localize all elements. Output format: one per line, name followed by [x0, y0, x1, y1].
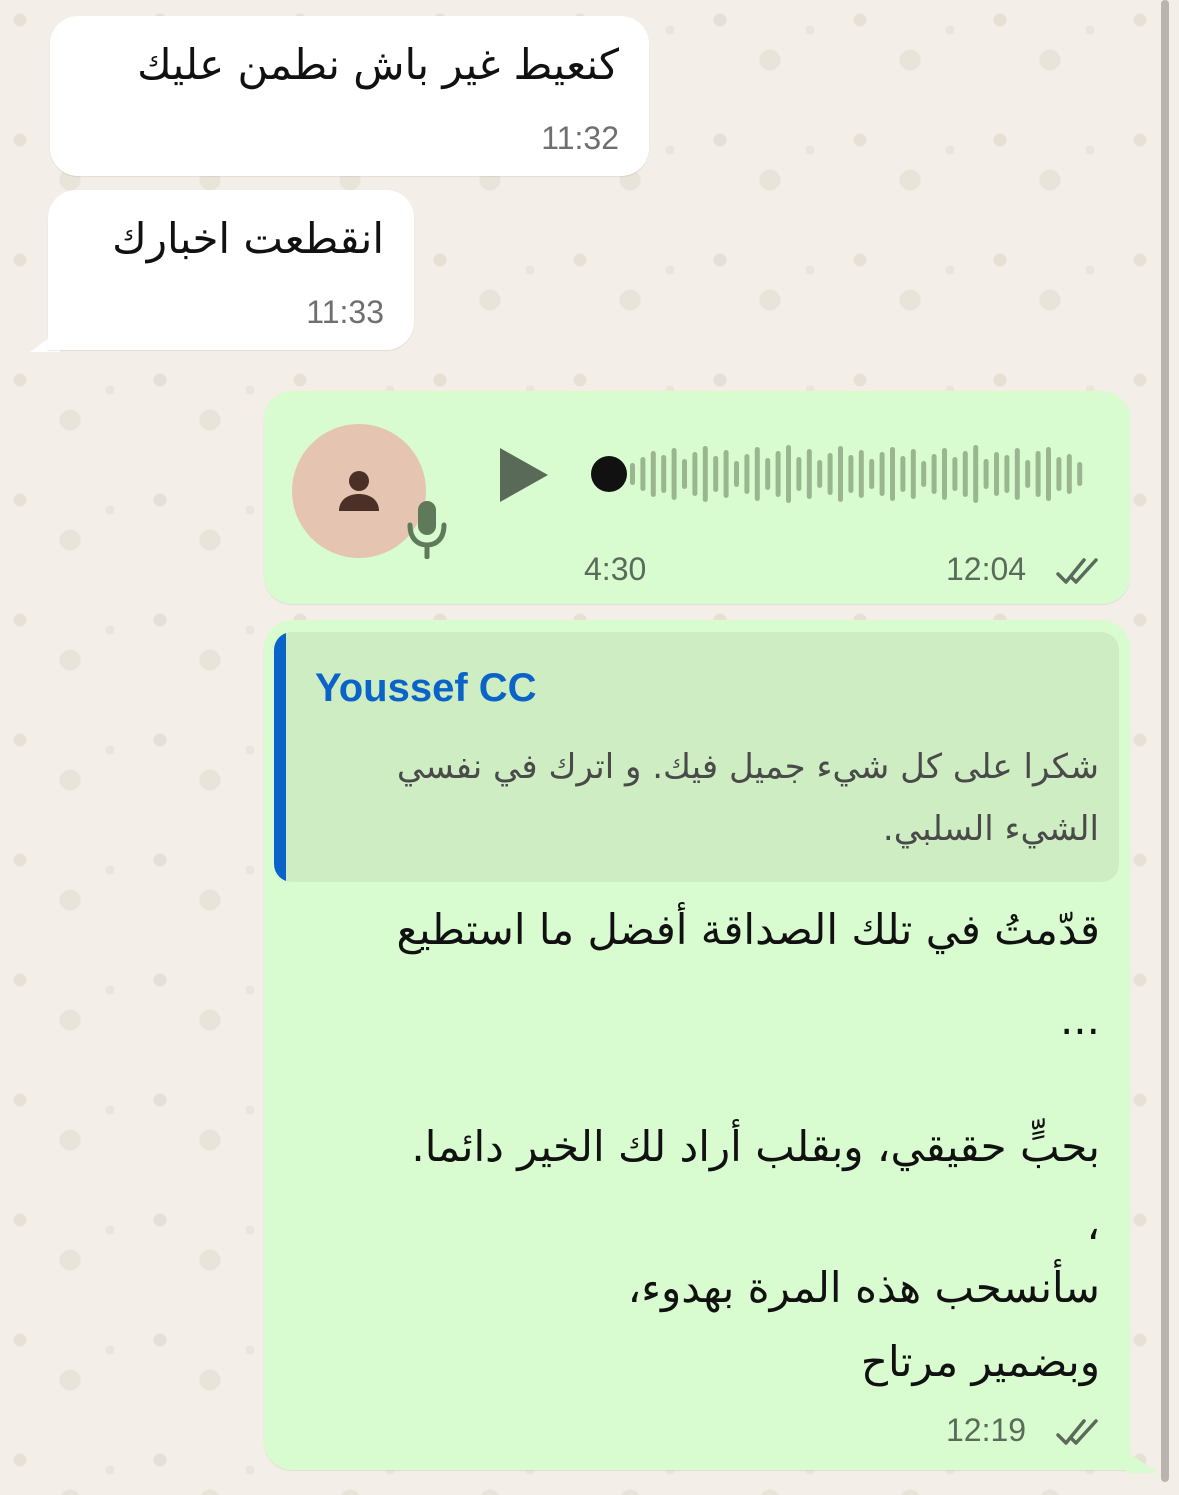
audio-waveform[interactable]	[590, 439, 1090, 509]
waveform-bar	[983, 459, 989, 489]
waveform-bar	[734, 461, 739, 487]
waveform-bar	[1077, 462, 1083, 486]
waveform-bar	[702, 446, 708, 502]
waveform-bar	[1004, 455, 1010, 493]
waveform-bar	[682, 459, 687, 489]
waveform-bar	[869, 459, 875, 489]
waveform-bar	[661, 455, 667, 493]
message-text: انقطعت اخبارك	[112, 214, 384, 263]
message-line: قدّمتُ في تلك الصداقة أفضل ما استطيع	[396, 905, 1100, 954]
quoted-text: شكرا على كل شيء جميل فيك. و اترك في نفسي…	[396, 747, 1099, 849]
waveform-bar	[1066, 454, 1072, 494]
waveform-bar	[775, 451, 781, 497]
waveform-bar	[848, 455, 854, 493]
waveform-bar	[817, 460, 823, 488]
voice-message-bubble[interactable]: 4:30 12:04	[264, 391, 1130, 604]
message-time: 12:04	[946, 551, 1027, 587]
waveform-bar	[973, 445, 979, 503]
waveform-bar	[1025, 460, 1031, 488]
incoming-message-bubble[interactable]: انقطعت اخبارك 11:33	[48, 190, 414, 350]
voice-duration: 4:30	[584, 551, 647, 587]
waveform-bar	[921, 461, 927, 487]
quoted-author: Youssef CC	[315, 666, 537, 710]
waveform-bar	[942, 448, 947, 500]
reply-message-bubble[interactable]: Youssef CC شكرا على كل شيء جميل فيك. و ا…	[264, 620, 1130, 1470]
message-time: 11:32	[541, 120, 619, 156]
waveform-bar	[786, 445, 791, 503]
waveform-bar	[1056, 457, 1062, 491]
waveform-bar	[900, 456, 906, 492]
message-time: 12:19	[946, 1412, 1027, 1448]
waveform-bar	[796, 457, 802, 491]
message-time: 11:33	[306, 294, 384, 330]
message-line: وبضمير مرتاح	[860, 1337, 1100, 1386]
waveform-bar	[1035, 451, 1041, 497]
double-check-icon	[1056, 1419, 1098, 1445]
quoted-message[interactable]: Youssef CC شكرا على كل شيء جميل فيك. و ا…	[274, 632, 1119, 882]
quote-bar	[274, 632, 286, 882]
waveform-bar	[931, 454, 937, 494]
waveform-bar	[1014, 448, 1020, 500]
playback-scrubber[interactable]	[591, 456, 627, 492]
waveform-bar	[994, 452, 999, 496]
message-text: كنعيط غير باش نطمن عليك	[137, 40, 619, 89]
waveform-bar	[765, 458, 771, 490]
message-line: بحبٍّ حقيقي، وبقلب أراد لك الخير دائما.	[411, 1122, 1100, 1171]
waveform-bar	[640, 457, 646, 491]
waveform-bar	[692, 452, 698, 496]
waveform-bar	[962, 451, 968, 497]
waveform-bar	[890, 447, 895, 501]
waveform-bar	[671, 448, 677, 500]
scrollbar[interactable]	[1161, 0, 1169, 1482]
waveform-bar	[910, 449, 916, 499]
waveform-bar	[650, 451, 656, 497]
double-check-icon	[1056, 558, 1098, 584]
waveform-bar	[630, 463, 635, 485]
waveform-bar	[723, 450, 729, 498]
waveform-bar	[952, 457, 958, 491]
waveform-bar	[744, 454, 750, 494]
waveform-bar	[806, 449, 812, 499]
incoming-message-bubble[interactable]: كنعيط غير باش نطمن عليك 11:32	[50, 16, 649, 176]
waveform-bar	[754, 447, 760, 501]
waveform-bar	[858, 450, 864, 498]
play-icon[interactable]	[500, 448, 550, 502]
waveform-bar	[879, 452, 885, 496]
message-line: ،	[1086, 1200, 1100, 1249]
waveform-bar	[827, 453, 833, 495]
message-line: سأنسحب هذه المرة بهدوء،	[627, 1263, 1100, 1312]
waveform-bar	[838, 446, 843, 502]
person-icon	[339, 471, 379, 511]
microphone-icon	[407, 501, 447, 559]
waveform-bar	[713, 456, 719, 492]
message-line: ...	[1059, 995, 1100, 1044]
waveform-bar	[1046, 447, 1051, 501]
